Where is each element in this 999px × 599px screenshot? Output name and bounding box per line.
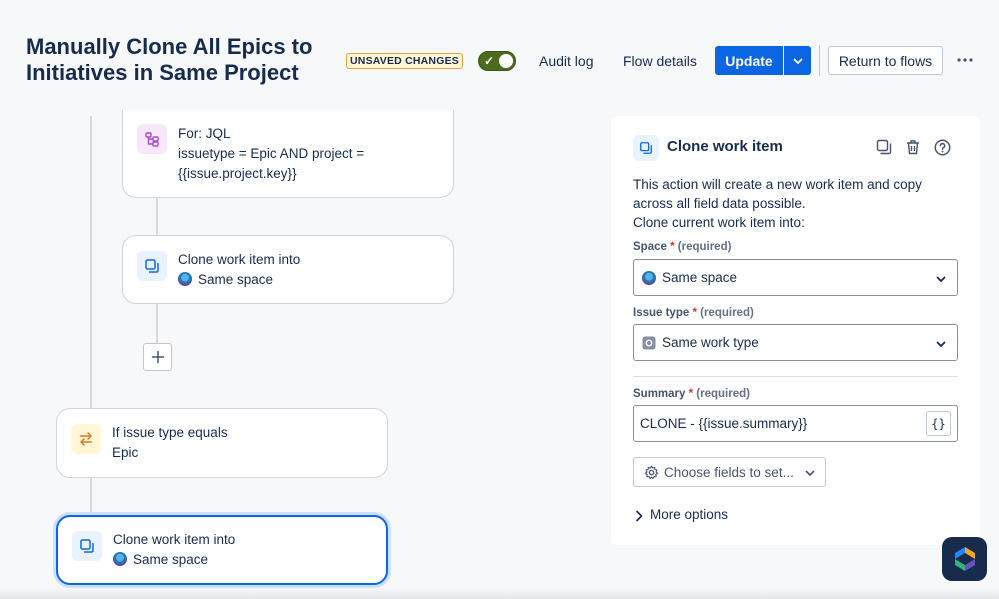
flow-rail-branch (156, 304, 158, 343)
panel-title: Clone work item (667, 138, 783, 155)
plus-icon (151, 350, 164, 364)
bottom-edge (0, 588, 999, 599)
summary-label: Summary * (required) (633, 388, 750, 400)
delete-button[interactable] (904, 138, 922, 156)
node-jql-query: issuetype = Epic AND project = {{issue.p… (178, 146, 365, 181)
copy-icon (72, 531, 102, 561)
toggle-knob (499, 54, 513, 68)
chevron-down-icon (793, 58, 802, 64)
flow-details-link[interactable]: Flow details (623, 52, 697, 70)
chevron-down-icon (936, 276, 946, 282)
condition-node[interactable]: If issue type equals Epic (56, 408, 388, 478)
check-icon: ✓ (484, 54, 495, 68)
rule-enabled-toggle[interactable]: ✓ (478, 51, 516, 71)
description-text: Clone current work item into: (633, 215, 805, 230)
node-target: Same space (133, 552, 209, 567)
update-button[interactable]: Update (715, 46, 783, 75)
copy-icon (137, 251, 167, 281)
help-icon (934, 139, 950, 155)
add-component-button[interactable] (143, 343, 172, 371)
work-type-icon (642, 336, 656, 350)
help-button[interactable] (933, 138, 951, 156)
clone-work-item-node-selected[interactable]: Clone work item into Same space (56, 515, 388, 585)
flow-rail-branch (156, 196, 158, 236)
space-label: Space * (required) (633, 241, 732, 253)
description-text: This action will create a new work item … (633, 177, 922, 211)
rovo-assistant-button[interactable] (942, 537, 987, 581)
header-divider (819, 45, 820, 76)
space-avatar-icon (178, 272, 192, 286)
chevron-right-icon (636, 510, 643, 522)
smart-value-button[interactable]: {} (926, 411, 951, 436)
divider (633, 376, 958, 377)
duplicate-icon (876, 139, 892, 155)
unsaved-changes-badge: UNSAVED CHANGES (346, 53, 463, 69)
node-title: If issue type equals (112, 425, 228, 440)
more-horizontal-icon (957, 58, 973, 62)
clone-config-panel: Clone work item This action will create … (611, 116, 980, 545)
issue-type-select[interactable]: Same work type (633, 324, 958, 361)
space-select[interactable]: Same space (633, 259, 958, 296)
node-title: Clone work item into (113, 532, 236, 547)
choose-fields-button[interactable]: Choose fields to set... (633, 457, 826, 487)
more-options-label: More options (650, 507, 729, 522)
header: Manually Clone All Epics to Initiatives … (0, 0, 999, 100)
page-title: Manually Clone All Epics to Initiatives … (26, 34, 313, 85)
update-dropdown-button[interactable] (784, 46, 811, 75)
audit-log-link[interactable]: Audit log (539, 52, 593, 70)
trash-icon (907, 140, 919, 155)
copy-icon (633, 135, 659, 161)
swap-icon (71, 424, 101, 454)
node-condition-value: Epic (112, 445, 139, 460)
chevron-down-icon (936, 341, 946, 347)
issue-type-label: Issue type * (required) (633, 307, 754, 319)
gear-icon (644, 465, 659, 480)
rovo-logo-icon (954, 547, 975, 571)
summary-value: CLONE - {{issue.summary}} (640, 416, 808, 431)
chevron-down-icon (805, 470, 815, 476)
for-jql-node[interactable]: For: JQL issuetype = Epic AND project = … (122, 110, 454, 198)
node-title: For: JQL (178, 126, 231, 141)
summary-input[interactable]: CLONE - {{issue.summary}} {} (633, 405, 958, 442)
issue-type-select-value: Same work type (662, 335, 759, 350)
duplicate-button[interactable] (875, 138, 893, 156)
space-avatar-icon (642, 271, 656, 285)
node-target: Same space (198, 272, 274, 287)
panel-description: This action will create a new work item … (633, 175, 953, 232)
node-title: Clone work item into (178, 252, 301, 267)
space-avatar-icon (113, 552, 127, 566)
clone-work-item-node[interactable]: Clone work item into Same space (122, 235, 454, 304)
return-to-flows-button[interactable]: Return to flows (828, 46, 943, 75)
branch-icon (137, 124, 167, 154)
more-options-button[interactable] (952, 50, 978, 70)
space-select-value: Same space (662, 270, 738, 285)
choose-fields-label: Choose fields to set... (664, 465, 794, 480)
